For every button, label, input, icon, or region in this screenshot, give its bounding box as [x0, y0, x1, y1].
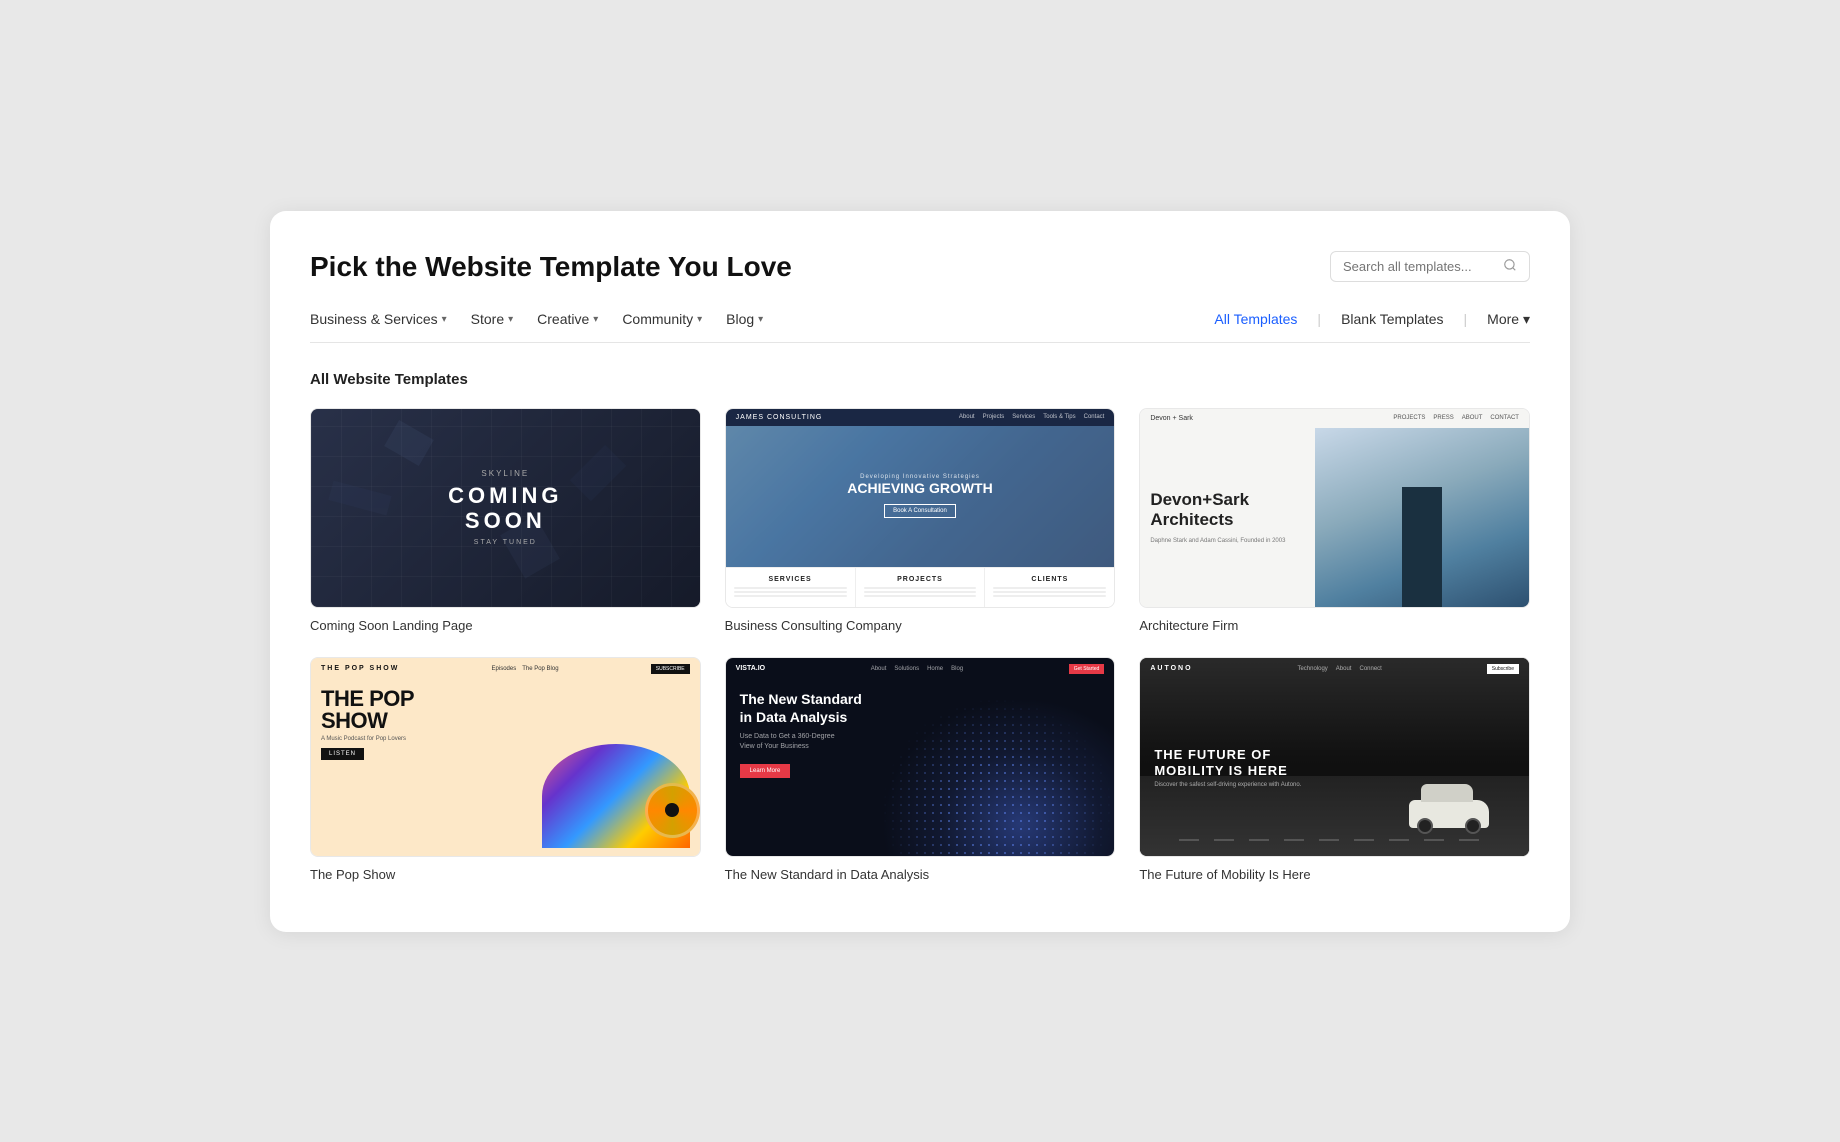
- pop-title: THE POPSHOW: [321, 688, 542, 732]
- template-name-consulting: Business Consulting Company: [725, 618, 1116, 633]
- template-card-architecture[interactable]: Devon + Sark PROJECTS PRESS ABOUT CONTAC…: [1139, 408, 1530, 633]
- template-thumb-coming-soon: SKYLINE COMING SOON STAY TUNED: [310, 408, 701, 608]
- nav-more[interactable]: More ▾: [1487, 311, 1530, 328]
- consulting-headline: ACHIEVING GROWTH: [847, 480, 992, 497]
- nav-all-templates[interactable]: All Templates: [1214, 311, 1297, 327]
- nav-separator: |: [1317, 311, 1321, 327]
- template-thumb-auto: AUTONO Technology About Connect Subscrib…: [1139, 657, 1530, 857]
- template-name-pop: The Pop Show: [310, 867, 701, 882]
- nav-item-store[interactable]: Store ▾: [471, 311, 514, 327]
- auto-logo: AUTONO: [1150, 665, 1192, 672]
- data-subtext: Use Data to Get a 360-DegreeView of Your…: [740, 732, 1101, 752]
- chevron-down-icon: ▾: [442, 314, 447, 325]
- template-thumb-consulting: JAMES CONSULTING About Projects Services…: [725, 408, 1116, 608]
- header: Pick the Website Template You Love: [310, 251, 1530, 283]
- search-icon: [1503, 258, 1517, 275]
- chevron-down-icon: ▾: [758, 314, 763, 325]
- search-box[interactable]: [1330, 251, 1530, 282]
- section-title: All Website Templates: [310, 371, 1530, 388]
- nav-item-blog[interactable]: Blog ▾: [726, 311, 763, 327]
- car-illustration: [1409, 800, 1489, 828]
- chevron-down-icon: ▾: [508, 314, 513, 325]
- auto-headline: THE FUTURE OFMOBILITY IS HERE: [1154, 747, 1515, 778]
- pop-listen-btn[interactable]: LISTEN: [321, 748, 364, 760]
- coming-soon-sub: STAY TUNED: [448, 539, 562, 546]
- data-logo: VISTA.IO: [736, 665, 765, 672]
- coming-soon-heading: COMING SOON: [448, 484, 562, 532]
- pop-subtitle: A Music Podcast for Pop Lovers: [321, 736, 542, 742]
- arch-founded: Daphne Stark and Adam Cassini, Founded i…: [1150, 538, 1305, 544]
- consulting-logo: JAMES CONSULTING: [736, 414, 823, 421]
- pop-logo: THE POP SHOW: [321, 665, 399, 672]
- chevron-down-icon: ▾: [593, 314, 598, 325]
- template-thumb-data: VISTA.IO About Solutions Home Blog Get S…: [725, 657, 1116, 857]
- consulting-cta[interactable]: Book A Consultation: [884, 504, 956, 518]
- nav-item-creative[interactable]: Creative ▾: [537, 311, 598, 327]
- data-headline: The New Standardin Data Analysis: [740, 690, 1101, 726]
- nav-separator: |: [1464, 311, 1468, 327]
- auto-subscribe-btn[interactable]: Subscribe: [1487, 664, 1519, 674]
- template-name-coming-soon: Coming Soon Landing Page: [310, 618, 701, 633]
- template-name-architecture: Architecture Firm: [1139, 618, 1530, 633]
- template-card-coming-soon[interactable]: SKYLINE COMING SOON STAY TUNED Coming So…: [310, 408, 701, 633]
- chevron-down-icon: ▾: [1523, 311, 1530, 327]
- data-nav-cta[interactable]: Get Started: [1069, 664, 1105, 674]
- template-thumb-pop: THE POP SHOW Episodes The Pop Blog SUBSC…: [310, 657, 701, 857]
- search-input[interactable]: [1343, 259, 1503, 274]
- template-name-data: The New Standard in Data Analysis: [725, 867, 1116, 882]
- nav-blank-templates[interactable]: Blank Templates: [1341, 311, 1443, 327]
- nav-left: Business & Services ▾ Store ▾ Creative ▾…: [310, 311, 763, 327]
- arch-firm-name: Devon+SarkArchitects: [1150, 490, 1305, 531]
- nav-item-business[interactable]: Business & Services ▾: [310, 311, 447, 327]
- coming-soon-label: SKYLINE: [448, 469, 562, 478]
- nav-right: All Templates | Blank Templates | More ▾: [1214, 311, 1530, 328]
- data-cta-btn[interactable]: Learn More: [740, 764, 791, 778]
- template-name-auto: The Future of Mobility Is Here: [1139, 867, 1530, 882]
- page-title: Pick the Website Template You Love: [310, 251, 792, 283]
- nav-item-community[interactable]: Community ▾: [622, 311, 702, 327]
- templates-grid: SKYLINE COMING SOON STAY TUNED Coming So…: [310, 408, 1530, 882]
- template-thumb-architecture: Devon + Sark PROJECTS PRESS ABOUT CONTAC…: [1139, 408, 1530, 608]
- main-container: Pick the Website Template You Love Busin…: [270, 211, 1570, 932]
- template-card-data[interactable]: VISTA.IO About Solutions Home Blog Get S…: [725, 657, 1116, 882]
- template-card-pop[interactable]: THE POP SHOW Episodes The Pop Blog SUBSC…: [310, 657, 701, 882]
- nav-bar: Business & Services ▾ Store ▾ Creative ▾…: [310, 311, 1530, 343]
- arch-logo: Devon + Sark: [1150, 415, 1193, 422]
- pop-subscribe[interactable]: SUBSCRIBE: [651, 664, 690, 674]
- chevron-down-icon: ▾: [697, 314, 702, 325]
- template-card-auto[interactable]: AUTONO Technology About Connect Subscrib…: [1139, 657, 1530, 882]
- template-card-consulting[interactable]: JAMES CONSULTING About Projects Services…: [725, 408, 1116, 633]
